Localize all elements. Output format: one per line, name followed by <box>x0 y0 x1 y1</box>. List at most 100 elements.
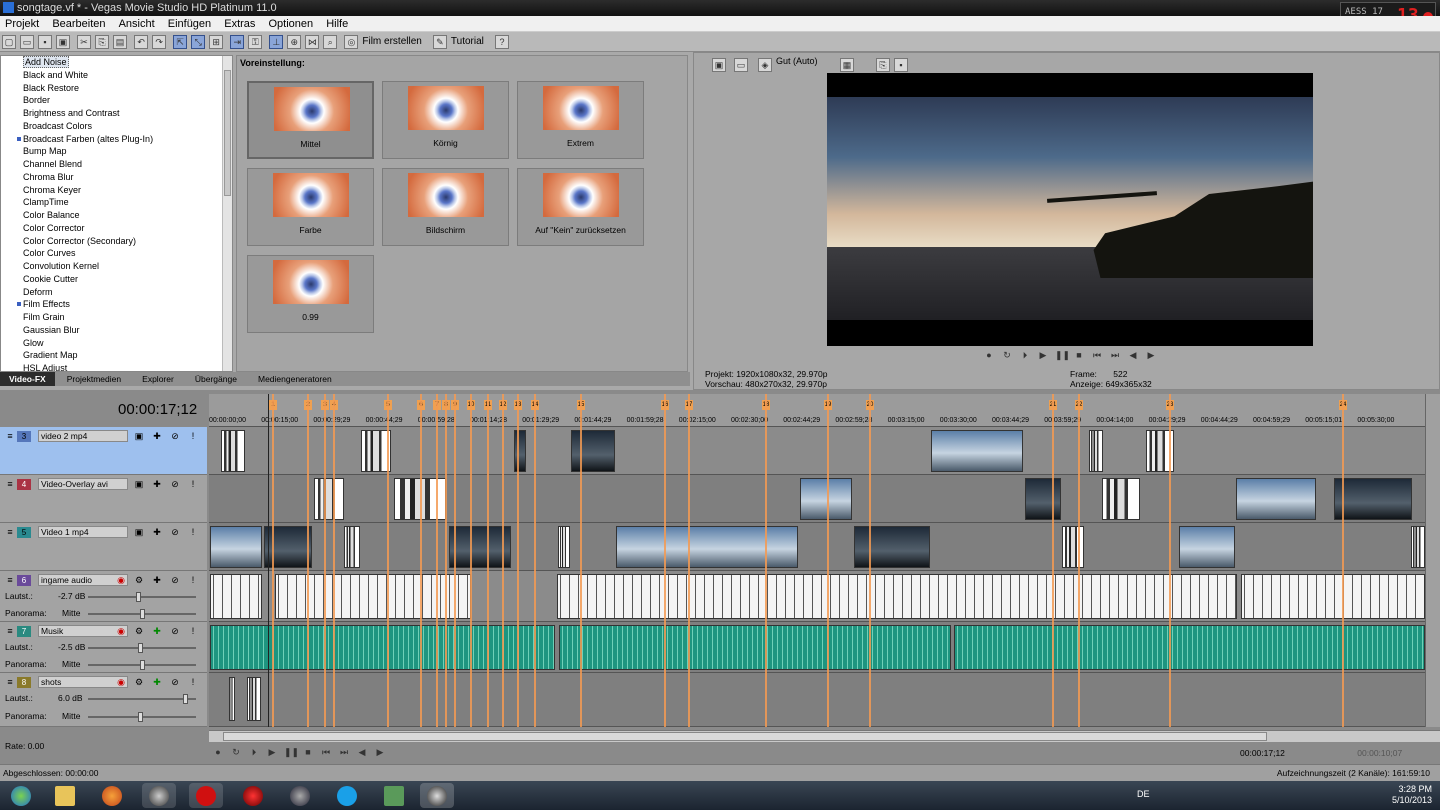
scroll-thumb[interactable] <box>223 732 1267 741</box>
undo-icon[interactable]: ↶ <box>134 35 149 49</box>
play-from-start-icon[interactable]: ⏵ <box>1019 349 1031 361</box>
volume-slider[interactable] <box>88 694 196 704</box>
envelope-tool-icon[interactable]: ⤡ <box>191 35 206 49</box>
timeline-ruler[interactable]: 00:00:00;00 00:00:15;00 00:00:29;29 00:00:4… <box>209 394 1425 427</box>
preset-mittel[interactable]: Mittel <box>247 81 374 159</box>
taskbar-firefox[interactable] <box>95 783 129 808</box>
solo-icon[interactable]: ! <box>188 626 198 636</box>
taskbar-steam[interactable] <box>420 783 454 808</box>
fx-list-item[interactable]: Chroma Blur <box>1 171 232 184</box>
pause-icon[interactable]: ❚❚ <box>1055 349 1070 361</box>
mute-icon[interactable]: ⊘ <box>170 431 180 441</box>
fx-list-item[interactable]: Film Grain <box>1 311 232 324</box>
play-icon[interactable]: ▶ <box>1037 349 1049 361</box>
slider-handle[interactable] <box>136 592 141 602</box>
fx-list-item[interactable]: Glow <box>1 337 232 350</box>
track-motion-icon[interactable]: ▣ <box>134 527 144 537</box>
taskbar-app2[interactable] <box>377 783 411 808</box>
audio-clip[interactable] <box>210 574 262 619</box>
collapse-icon[interactable]: ≡ <box>5 527 15 537</box>
mute-icon[interactable]: ⊘ <box>170 479 180 489</box>
save-icon[interactable]: ▪ <box>38 35 52 49</box>
track-header-musik[interactable]: ≡ 7 Musik ◉ ⚙ ✚ ⊘ ! Lautst.: -2.5 dB Pan… <box>0 622 207 673</box>
collapse-icon[interactable]: ≡ <box>5 677 15 687</box>
go-to-start-icon[interactable]: ⏮ <box>1091 349 1103 361</box>
selection-tool-icon[interactable]: ⊞ <box>209 35 224 49</box>
fx-list-item[interactable]: Black and White <box>1 69 232 82</box>
track-header-ingame-audio[interactable]: ≡ 6 ingame audio ◉ ⚙ ✚ ⊘ ! Lautst.: -2.7… <box>0 571 207 622</box>
audio-clip[interactable] <box>229 677 235 721</box>
mute-icon[interactable]: ⊘ <box>170 677 180 687</box>
cut-icon[interactable]: ✂ <box>77 35 92 49</box>
track-fx-icon[interactable]: ✚ <box>152 527 162 537</box>
go-to-start-icon[interactable]: ⏮ <box>320 746 332 758</box>
track-name[interactable]: Video-Overlay avi <box>38 478 128 490</box>
volume-slider[interactable] <box>88 643 196 653</box>
mute-icon[interactable]: ⊘ <box>170 527 180 537</box>
track-header-video-1[interactable]: ≡ 5 Video 1 mp4 ▣ ✚ ⊘ ! <box>0 523 207 571</box>
video-clip[interactable] <box>558 526 570 568</box>
video-clip[interactable] <box>1179 526 1235 568</box>
track-insert-icon[interactable]: ✚ <box>152 575 162 585</box>
start-button[interactable] <box>4 783 38 808</box>
track-fx-icon[interactable]: ⚙ <box>134 677 144 687</box>
play-icon[interactable]: ▶ <box>266 746 278 758</box>
fx-list-item[interactable]: Bump Map <box>1 145 232 158</box>
audio-clip[interactable] <box>247 677 261 721</box>
fx-list-item[interactable]: Convolution Kernel <box>1 260 232 273</box>
video-clip[interactable] <box>221 430 245 472</box>
preset-extrem[interactable]: Extrem <box>517 81 644 159</box>
properties-icon[interactable]: ▣ <box>56 35 70 49</box>
menu-ansicht[interactable]: Ansicht <box>114 16 160 32</box>
film-erstellen-button[interactable]: Film erstellen <box>362 32 421 52</box>
menu-bearbeiten[interactable]: Bearbeiten <box>47 16 110 32</box>
video-clip[interactable] <box>314 478 344 520</box>
taskbar-app[interactable] <box>283 783 317 808</box>
tab-video-fx[interactable]: Video-FX <box>0 372 55 386</box>
open-icon[interactable]: ▭ <box>20 35 34 49</box>
fx-list-item[interactable]: Cookie Cutter <box>1 273 232 286</box>
snapping-icon[interactable]: ⊥ <box>269 35 284 49</box>
tab-uebergaenge[interactable]: Übergänge <box>186 372 246 386</box>
pan-slider[interactable] <box>88 712 196 722</box>
video-clip[interactable] <box>1236 478 1316 520</box>
video-clip[interactable] <box>800 478 852 520</box>
track-fx-icon[interactable]: ✚ <box>152 479 162 489</box>
fx-list-item[interactable]: Gaussian Blur <box>1 324 232 337</box>
arm-record-icon[interactable]: ◉ <box>116 677 126 687</box>
go-to-end-icon[interactable]: ⏭ <box>338 746 350 758</box>
track-header-shots[interactable]: ≡ 8 shots ◉ ⚙ ✚ ⊘ ! Lautst.: 6.0 dB Pano… <box>0 673 207 727</box>
pan-slider[interactable] <box>88 609 196 619</box>
preset-099[interactable]: 0.99 <box>247 255 374 333</box>
video-clip[interactable] <box>1411 526 1425 568</box>
paste-icon[interactable]: ▤ <box>113 35 128 49</box>
track-motion-icon[interactable]: ▣ <box>134 479 144 489</box>
tab-projektmedien[interactable]: Projektmedien <box>58 372 130 386</box>
mute-icon[interactable]: ⊘ <box>170 626 180 636</box>
loop-icon[interactable]: ↻ <box>1001 349 1013 361</box>
track-name[interactable]: video 2 mp4 <box>38 430 128 442</box>
menu-projekt[interactable]: Projekt <box>0 16 44 32</box>
tutorial-icon[interactable]: ✎ <box>432 35 447 49</box>
track-name[interactable]: Musik <box>38 625 128 637</box>
next-frame-icon[interactable]: ▶ <box>1145 349 1157 361</box>
loop-icon[interactable]: ↻ <box>230 746 242 758</box>
stop-icon[interactable]: ■ <box>302 746 314 758</box>
video-clip[interactable] <box>571 430 615 472</box>
menu-optionen[interactable]: Optionen <box>263 16 318 32</box>
video-clip[interactable] <box>1089 430 1103 472</box>
video-clip[interactable] <box>210 526 262 568</box>
solo-icon[interactable]: ! <box>188 527 198 537</box>
normal-edit-tool-icon[interactable]: ⇱ <box>173 35 188 49</box>
slider-handle[interactable] <box>140 660 145 670</box>
audio-clip[interactable] <box>275 574 471 619</box>
collapse-icon[interactable]: ≡ <box>5 575 15 585</box>
fx-list-item[interactable]: Color Balance <box>1 209 232 222</box>
collapse-icon[interactable]: ≡ <box>5 479 15 489</box>
slider-handle[interactable] <box>138 712 143 722</box>
preview-quality-icon[interactable]: ◈ <box>758 58 772 72</box>
video-clip[interactable] <box>1102 478 1140 520</box>
solo-icon[interactable]: ! <box>188 479 198 489</box>
pause-icon[interactable]: ❚❚ <box>284 746 299 758</box>
preview-quality-dropdown[interactable]: Gut (Auto) <box>776 56 818 66</box>
